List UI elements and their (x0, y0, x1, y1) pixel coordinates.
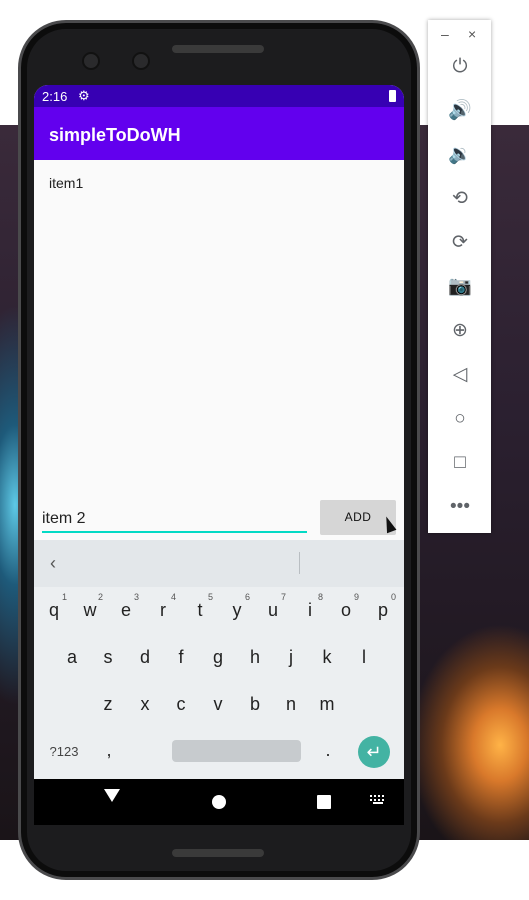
gear-icon: ⚙ (78, 88, 90, 103)
chevron-left-icon[interactable]: ‹ (50, 553, 56, 574)
symbols-key[interactable]: ?123 (44, 744, 84, 759)
key-p[interactable]: p0 (368, 592, 398, 621)
bottom-speaker (172, 849, 264, 857)
desktop: 2:16 ⚙ simpleToDoWH item1 item 2 ADD ‹ q… (0, 0, 529, 900)
key-g[interactable]: g (203, 647, 233, 668)
key-z[interactable]: z (93, 694, 123, 715)
space-key[interactable] (172, 740, 301, 762)
close-icon[interactable]: × (468, 26, 476, 42)
more-icon[interactable]: ••• (447, 494, 473, 520)
home-circle-icon[interactable] (212, 795, 226, 809)
rotate-right-icon[interactable]: ⟳ (447, 230, 473, 256)
camera-icon[interactable]: 📷 (447, 274, 473, 300)
recents-square-icon[interactable] (317, 795, 331, 809)
key-b[interactable]: b (240, 694, 270, 715)
new-item-input[interactable]: item 2 (42, 505, 307, 533)
minimize-icon[interactable]: – (441, 26, 449, 42)
app-bar: simpleToDoWH (34, 107, 404, 160)
key-h[interactable]: h (240, 647, 270, 668)
key-a[interactable]: a (57, 647, 87, 668)
key-t[interactable]: t5 (185, 592, 215, 621)
back-icon[interactable]: ◁ (447, 362, 473, 388)
suggestion-strip: ‹ (34, 540, 404, 587)
home-icon[interactable]: ○ (447, 406, 473, 432)
key-e[interactable]: e3 (111, 592, 141, 621)
volume-up-icon[interactable]: 🔊 (447, 98, 473, 124)
earpiece-speaker (172, 45, 264, 53)
front-sensor (132, 52, 150, 70)
key-c[interactable]: c (166, 694, 196, 715)
key-j[interactable]: j (276, 647, 306, 668)
back-triangle-icon[interactable] (104, 789, 120, 802)
key-k[interactable]: k (312, 647, 342, 668)
todo-list[interactable]: item1 (34, 160, 404, 208)
key-n[interactable]: n (276, 694, 306, 715)
key-i[interactable]: i8 (295, 592, 325, 621)
key-d[interactable]: d (130, 647, 160, 668)
key-o[interactable]: o9 (331, 592, 361, 621)
key-u[interactable]: u7 (258, 592, 288, 621)
list-item[interactable]: item1 (34, 160, 404, 208)
key-f[interactable]: f (166, 647, 196, 668)
battery-icon (389, 90, 396, 102)
key-y[interactable]: y6 (222, 592, 252, 621)
key-x[interactable]: x (130, 694, 160, 715)
key-l[interactable]: l (349, 647, 379, 668)
app-title: simpleToDoWH (49, 125, 181, 145)
front-camera (82, 52, 100, 70)
overview-icon[interactable]: □ (447, 450, 473, 476)
enter-icon[interactable]: ↵ (358, 736, 390, 768)
key-q[interactable]: q1 (39, 592, 69, 621)
volume-down-icon[interactable]: 🔉 (447, 142, 473, 168)
suggestion-divider (299, 552, 300, 574)
rotate-left-icon[interactable]: ⟲ (447, 186, 473, 212)
period-key[interactable]: . (313, 740, 343, 761)
key-v[interactable]: v (203, 694, 233, 715)
power-icon[interactable]: ⏻ (447, 54, 473, 80)
status-bar: 2:16 ⚙ (34, 85, 404, 107)
navigation-bar (34, 779, 404, 825)
key-s[interactable]: s (93, 647, 123, 668)
emulator-toolbar: – × ⏻ 🔊 🔉 ⟲ ⟳ 📷 ⊕ ◁ ○ □ ••• (428, 20, 491, 533)
key-r[interactable]: r4 (148, 592, 178, 621)
phone-screen: 2:16 ⚙ simpleToDoWH item1 item 2 ADD ‹ q… (34, 85, 404, 825)
soft-keyboard: ‹ q1 w2 e3 r4 t5 y6 u7 i8 o9 p0 a s d f … (34, 540, 404, 779)
zoom-icon[interactable]: ⊕ (447, 318, 473, 344)
comma-key[interactable]: , (94, 740, 124, 761)
status-time: 2:16 (42, 89, 68, 104)
keyboard-icon[interactable] (370, 795, 386, 804)
key-m[interactable]: m (312, 694, 342, 715)
key-w[interactable]: w2 (75, 592, 105, 621)
